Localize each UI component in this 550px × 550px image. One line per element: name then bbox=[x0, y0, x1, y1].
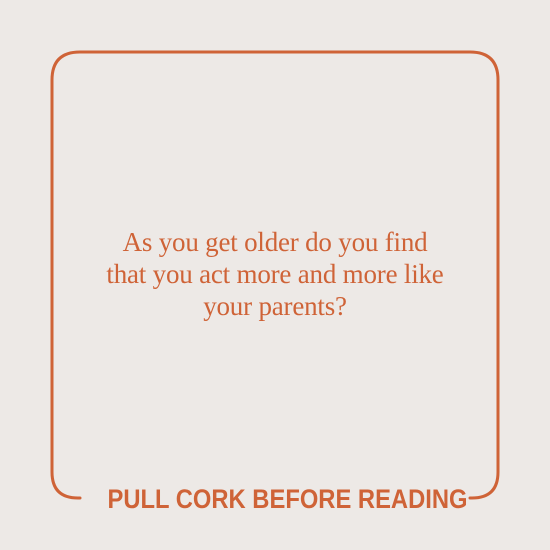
question-card: As you get older do you find that you ac… bbox=[0, 0, 550, 550]
question-line-1: As you get older do you find bbox=[122, 227, 428, 257]
footer-label: PULL CORK BEFORE READING bbox=[107, 484, 468, 514]
question-text: As you get older do you find that you ac… bbox=[60, 226, 490, 322]
question-line-3: your parents? bbox=[203, 291, 347, 321]
question-line-2: that you act more and more like bbox=[106, 259, 444, 289]
footer-instruction: PULL CORK BEFORE READING bbox=[83, 481, 468, 517]
